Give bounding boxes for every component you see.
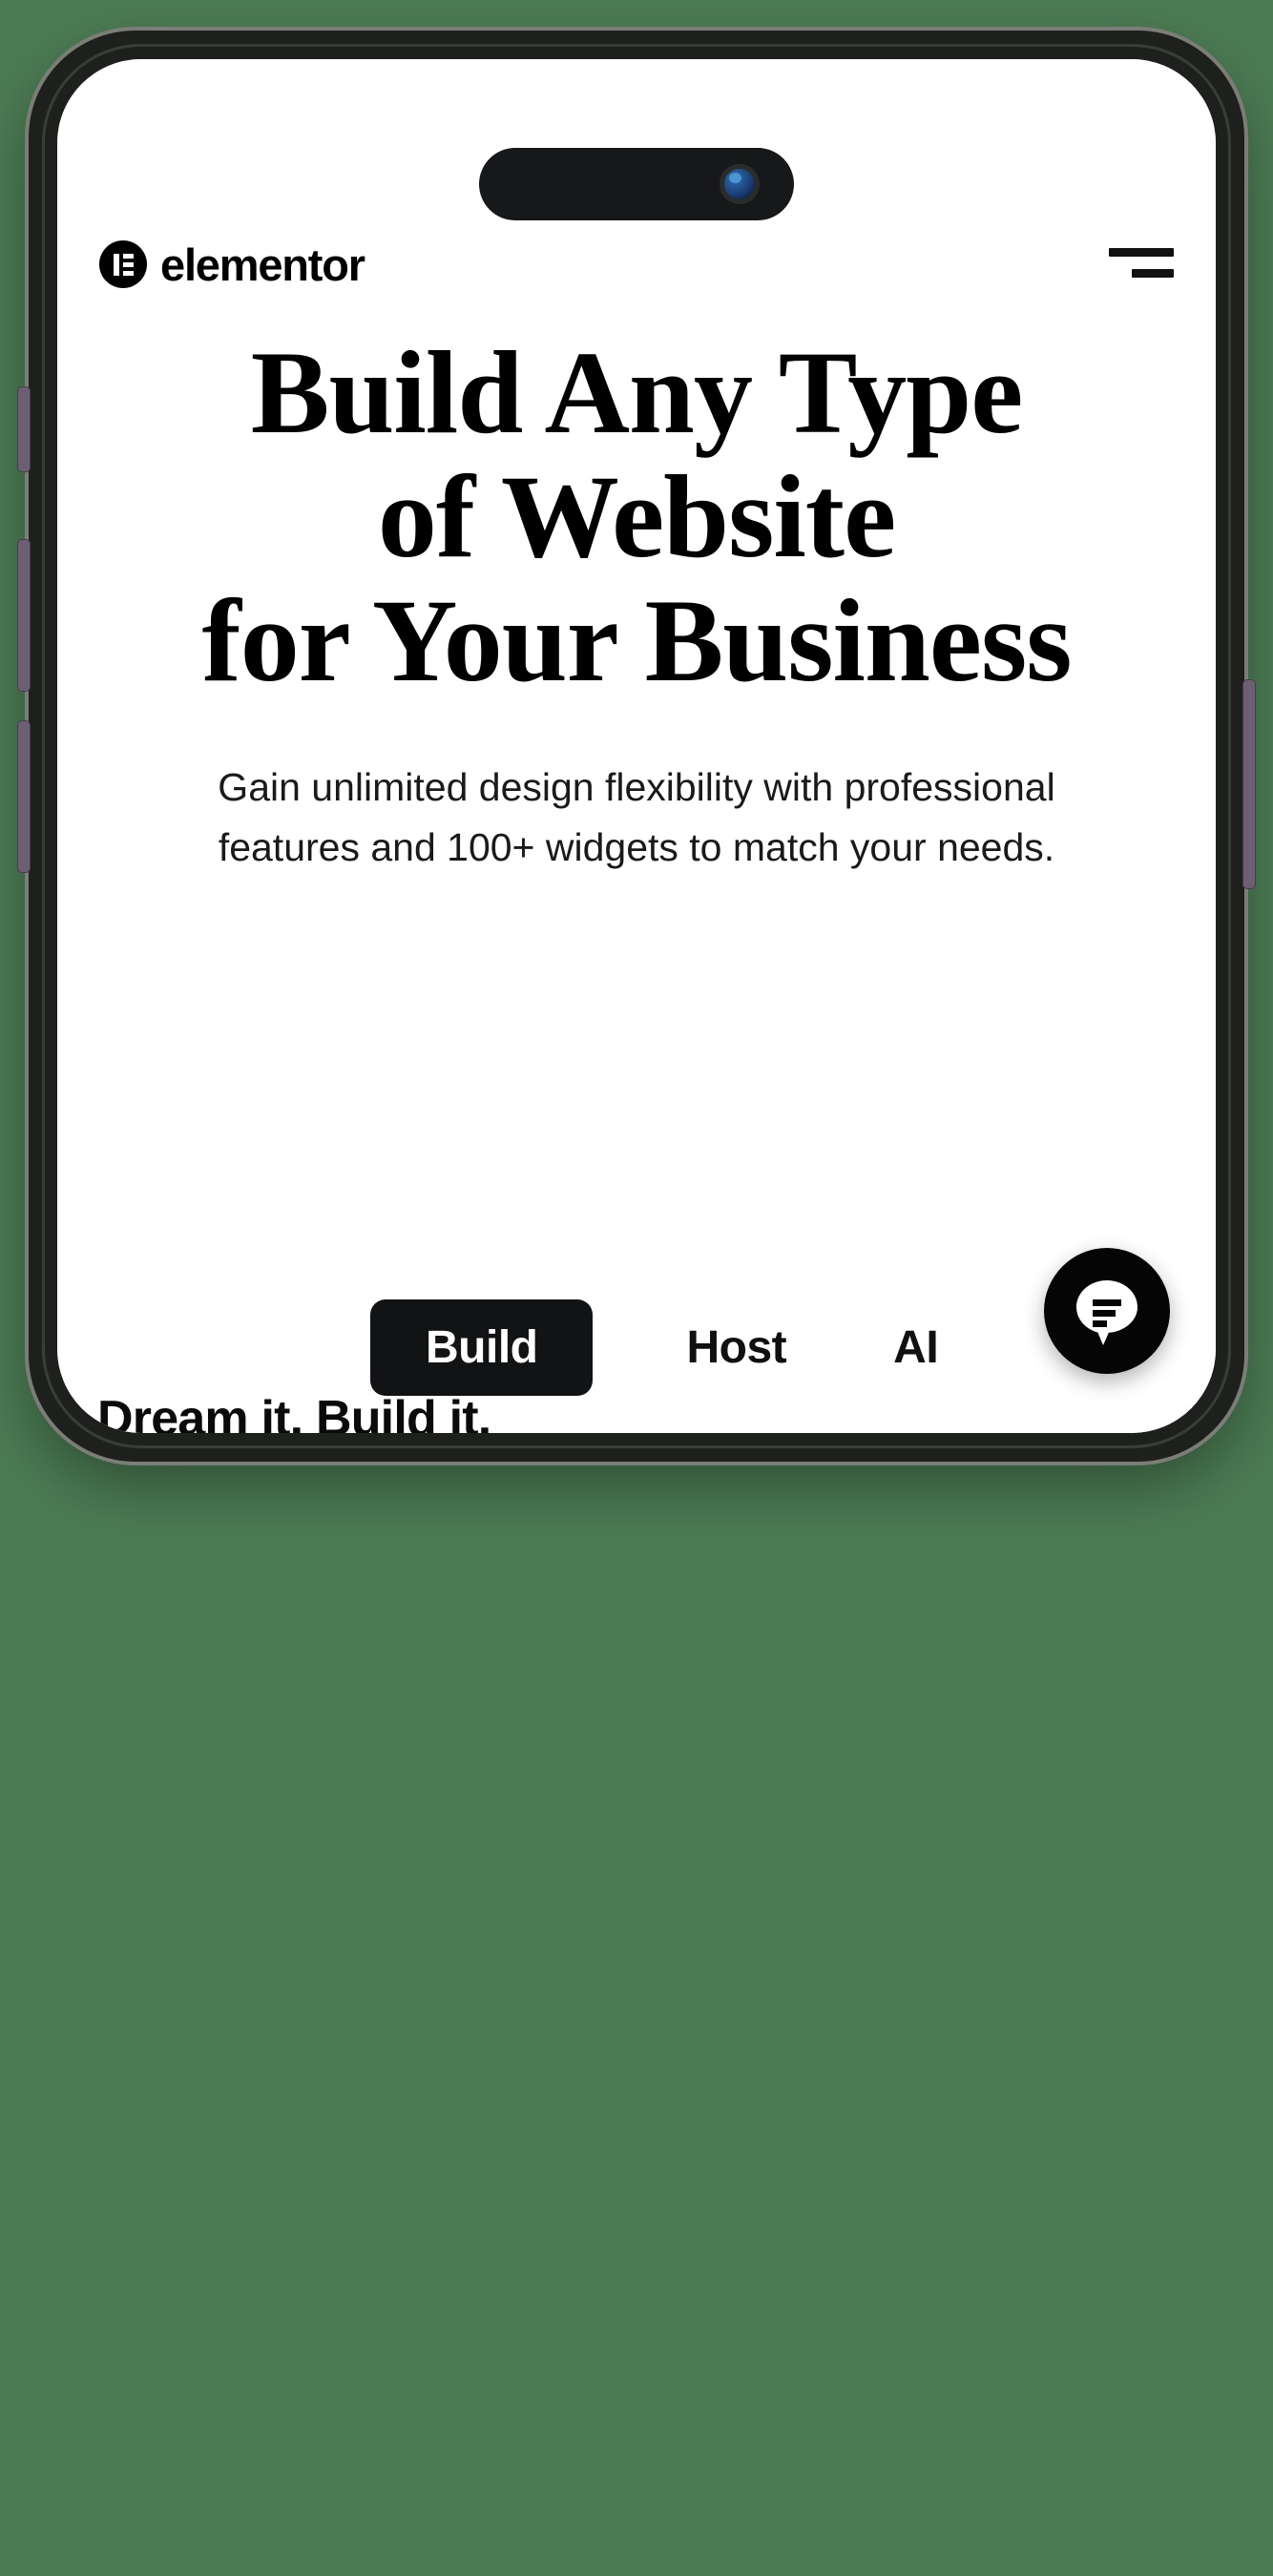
- chat-button[interactable]: [1044, 1248, 1170, 1374]
- phone-mute-switch[interactable]: [17, 386, 31, 472]
- tab-ai-wrapper: AI: [893, 1321, 939, 1374]
- front-camera-icon: [720, 164, 760, 204]
- tab-host-wrapper: Host: [686, 1321, 786, 1374]
- chat-bubble-icon: [1076, 1280, 1137, 1345]
- brand-logo[interactable]: elementor: [99, 240, 365, 288]
- tab-build-wrapper: Build: [370, 1298, 594, 1396]
- phone-power-button[interactable]: [1242, 679, 1256, 889]
- hero-section: Build Any Type of Website for Your Busin…: [57, 330, 1216, 879]
- phone-volume-down-button[interactable]: [17, 720, 31, 873]
- page-title: Build Any Type of Website for Your Busin…: [92, 330, 1181, 707]
- phone-screen: elementor Build Any Type of Website for …: [57, 59, 1216, 1433]
- hero-title-line-1: Build Any Type: [250, 327, 1023, 458]
- tab-build[interactable]: Build: [370, 1298, 594, 1396]
- hero-title-line-3: for Your Business: [201, 575, 1073, 707]
- phone-volume-up-button[interactable]: [17, 539, 31, 692]
- dynamic-island: [479, 148, 794, 220]
- hero-subtitle: Gain unlimited design flexibility with p…: [218, 764, 1055, 870]
- hamburger-menu-icon[interactable]: [1109, 242, 1174, 286]
- tab-host[interactable]: Host: [686, 1322, 786, 1373]
- tab-ai[interactable]: AI: [893, 1322, 939, 1373]
- bottom-tab-bar: Build Host AI: [57, 1290, 1216, 1404]
- hero-title-line-2: of Website: [377, 451, 896, 583]
- elementor-logo-icon: [99, 240, 147, 288]
- brand-name: elementor: [160, 239, 365, 290]
- webpage-content: elementor Build Any Type of Website for …: [57, 59, 1216, 1433]
- site-header: elementor: [57, 212, 1216, 317]
